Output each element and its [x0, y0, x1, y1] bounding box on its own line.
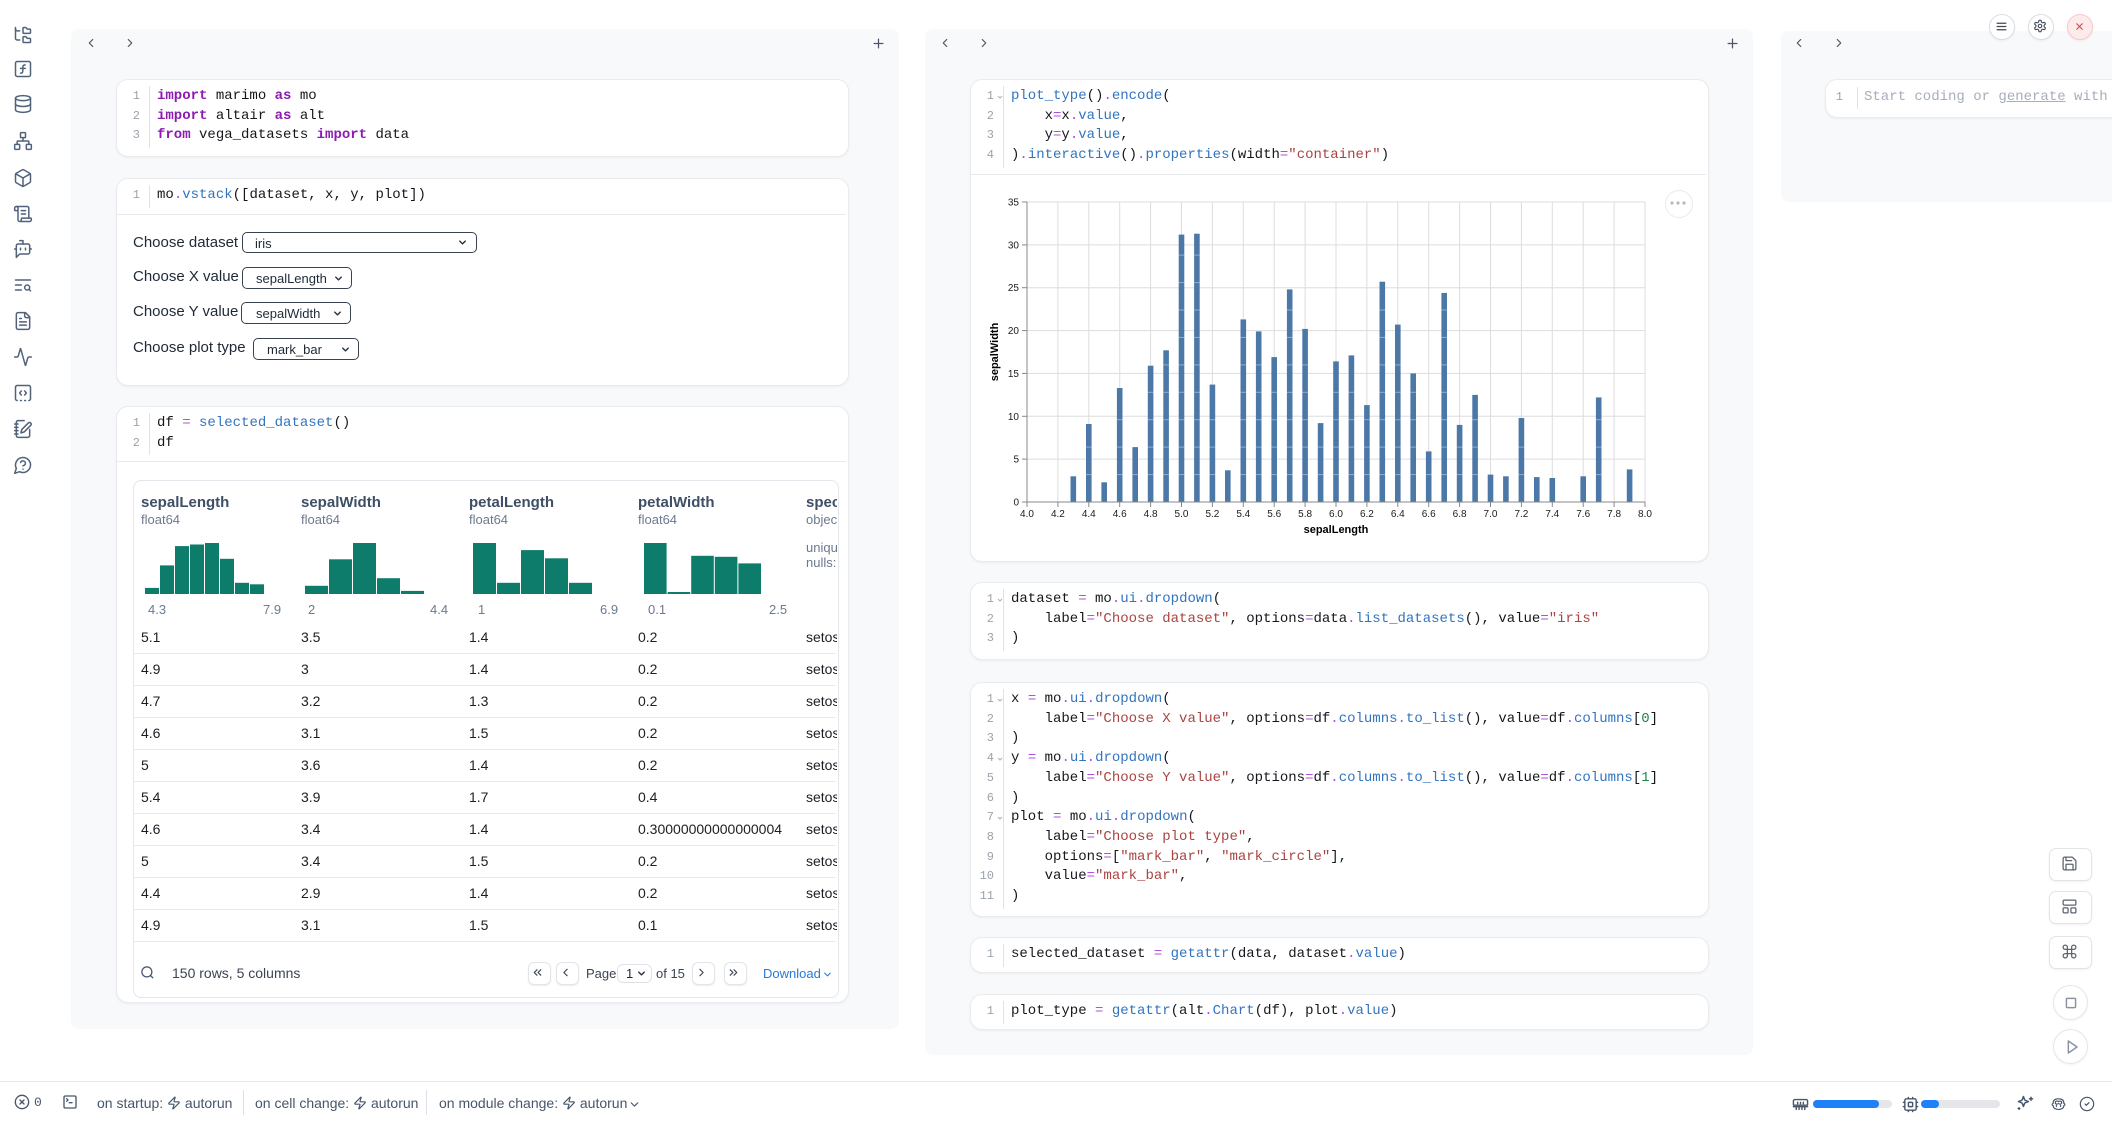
svg-text:25: 25 [1008, 283, 1020, 294]
svg-text:5.8: 5.8 [1298, 509, 1312, 520]
svg-text:4.6: 4.6 [1113, 509, 1127, 520]
svg-text:5: 5 [1013, 455, 1019, 466]
svg-text:30: 30 [1008, 240, 1020, 251]
svg-text:0: 0 [1013, 498, 1019, 509]
svg-text:20: 20 [1008, 326, 1020, 337]
svg-text:8.0: 8.0 [1638, 509, 1652, 520]
svg-text:6.0: 6.0 [1329, 509, 1343, 520]
svg-text:6.2: 6.2 [1360, 509, 1374, 520]
svg-text:4.4: 4.4 [1082, 509, 1096, 520]
svg-text:7.0: 7.0 [1484, 509, 1498, 520]
svg-text:5.4: 5.4 [1236, 509, 1250, 520]
svg-text:6.6: 6.6 [1422, 509, 1436, 520]
svg-text:sepalLength: sepalLength [1304, 524, 1369, 536]
svg-text:10: 10 [1008, 412, 1020, 423]
svg-text:sepalWidth: sepalWidth [989, 322, 1001, 381]
svg-text:15: 15 [1008, 369, 1020, 380]
svg-text:4.2: 4.2 [1051, 509, 1065, 520]
svg-text:35: 35 [1008, 198, 1020, 209]
svg-text:4.0: 4.0 [1020, 509, 1034, 520]
svg-text:7.6: 7.6 [1576, 509, 1590, 520]
svg-text:5.0: 5.0 [1175, 509, 1189, 520]
svg-text:5.2: 5.2 [1205, 509, 1219, 520]
svg-text:7.4: 7.4 [1545, 509, 1559, 520]
svg-text:4.8: 4.8 [1144, 509, 1158, 520]
svg-text:7.2: 7.2 [1514, 509, 1528, 520]
svg-text:5.6: 5.6 [1267, 509, 1281, 520]
svg-text:6.4: 6.4 [1391, 509, 1405, 520]
svg-text:6.8: 6.8 [1453, 509, 1467, 520]
svg-text:7.8: 7.8 [1607, 509, 1621, 520]
